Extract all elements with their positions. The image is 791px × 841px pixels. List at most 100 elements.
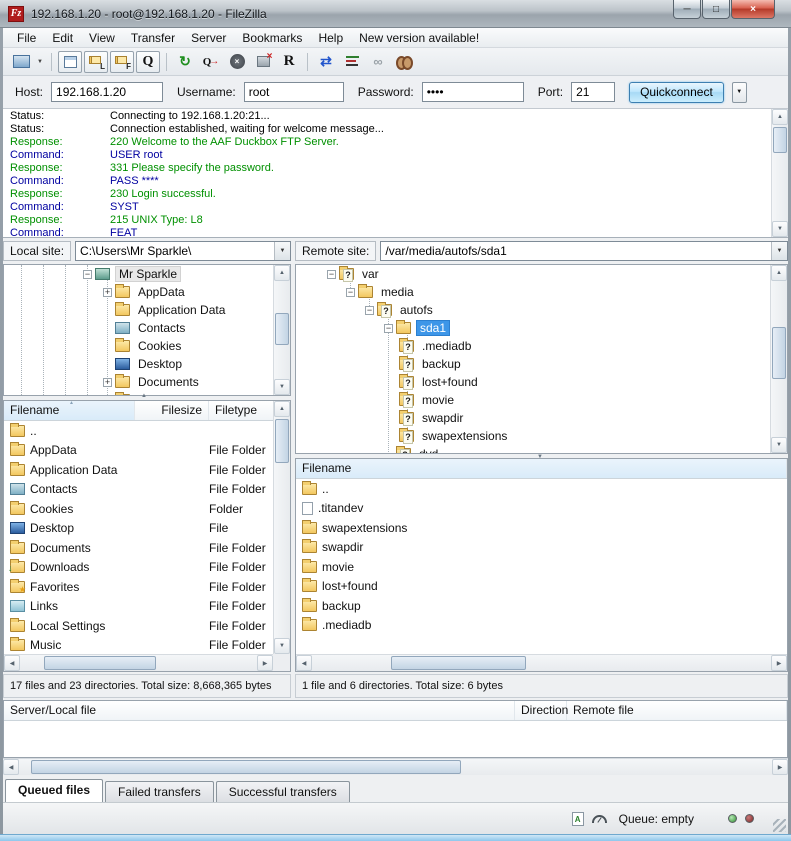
tree-item-backup[interactable]: backup [296, 355, 787, 373]
file-row-links[interactable]: LinksFile Folder [4, 597, 275, 617]
scroll-left-button[interactable]: ◀ [296, 655, 312, 671]
remote-site-input[interactable] [381, 242, 771, 260]
scroll-down-button[interactable]: ▼ [274, 638, 290, 654]
speed-limits-icon[interactable] [592, 815, 607, 823]
host-input[interactable] [51, 82, 163, 102]
local-splitter-collapse[interactable]: ▲ [141, 393, 147, 399]
column-header-filename[interactable]: Filename▲ [4, 401, 135, 420]
file-row-backup[interactable]: backup [296, 596, 787, 616]
scrollbar-thumb[interactable] [275, 313, 289, 345]
file-row-mediadb[interactable]: .mediadb [296, 616, 787, 636]
scroll-up-button[interactable]: ▲ [772, 109, 788, 125]
tree-item-application-data[interactable]: Application Data [4, 301, 290, 319]
file-row-appdata[interactable]: AppDataFile Folder [4, 441, 275, 461]
file-row-desktop[interactable]: DesktopFile [4, 519, 275, 539]
tree-item-var[interactable]: −var [296, 265, 787, 283]
file-row-favorites[interactable]: FavoritesFile Folder [4, 577, 275, 597]
file-row-local-settings[interactable]: Local SettingsFile Folder [4, 616, 275, 636]
tree-item-mediadb[interactable]: .mediadb [296, 337, 787, 355]
toggle-queue-button[interactable]: Q [136, 51, 160, 73]
file-row-swapdir[interactable]: swapdir [296, 538, 787, 558]
scrollbar-thumb[interactable] [773, 127, 787, 153]
column-header-filename[interactable]: Filename [296, 459, 787, 478]
file-row-lost-found[interactable]: lost+found [296, 577, 787, 597]
password-input[interactable] [422, 82, 524, 102]
combo-dropdown[interactable]: ▼ [771, 242, 787, 260]
tree-item-swapdir[interactable]: swapdir [296, 409, 787, 427]
scroll-right-button[interactable]: ▶ [771, 655, 787, 671]
menu-new-version[interactable]: New version available! [351, 29, 487, 47]
toggle-remote-tree-button[interactable]: F [110, 51, 134, 73]
scrollbar-thumb[interactable] [275, 419, 289, 463]
resize-grip[interactable] [773, 819, 786, 832]
tree-item-autofs[interactable]: −autofs [296, 301, 787, 319]
scroll-up-button[interactable]: ▲ [274, 265, 290, 281]
tree-item-sda1[interactable]: −sda1 [296, 319, 787, 337]
local-site-input[interactable] [76, 242, 274, 260]
remote-site-combo[interactable]: ▼ [380, 241, 788, 261]
scroll-down-button[interactable]: ▼ [772, 221, 788, 237]
directory-filter-button[interactable] [340, 51, 364, 73]
port-input[interactable] [571, 82, 615, 102]
tree-item-contacts[interactable]: Contacts [4, 319, 290, 337]
compare-directories-button[interactable]: ⇄ [314, 51, 338, 73]
scroll-left-button[interactable]: ◀ [3, 759, 19, 775]
username-input[interactable] [244, 82, 344, 102]
tree-item-cookies[interactable]: Cookies [4, 337, 290, 355]
scroll-left-button[interactable]: ◀ [4, 655, 20, 671]
expander-plus[interactable]: + [103, 288, 112, 297]
find-files-button[interactable] [392, 51, 416, 73]
menu-view[interactable]: View [81, 29, 123, 47]
file-row-downloads[interactable]: DownloadsFile Folder [4, 558, 275, 578]
tree-item-dvd[interactable]: dvd [296, 445, 787, 454]
synchronized-browsing-button[interactable]: ∞ [366, 51, 390, 73]
message-log[interactable]: Status:Connecting to 192.168.1.20:21... … [3, 109, 788, 238]
scroll-right-button[interactable]: ▶ [257, 655, 273, 671]
local-list-hscrollbar[interactable]: ◀ ▶ [4, 654, 273, 671]
toggle-message-log-button[interactable] [58, 51, 82, 73]
scrollbar-thumb[interactable] [44, 656, 156, 670]
menu-transfer[interactable]: Transfer [123, 29, 183, 47]
scrollbar-thumb[interactable] [31, 760, 461, 774]
queue-hscrollbar[interactable]: ◀ ▶ [3, 758, 788, 775]
file-row-application-data[interactable]: Application DataFile Folder [4, 460, 275, 480]
file-row-movie[interactable]: movie [296, 557, 787, 577]
remote-list-hscrollbar[interactable]: ◀ ▶ [296, 654, 787, 671]
local-tree-scrollbar[interactable]: ▲ ▼ [273, 265, 290, 395]
close-button[interactable]: × [731, 0, 775, 19]
file-row-documents[interactable]: DocumentsFile Folder [4, 538, 275, 558]
file-row-contacts[interactable]: ContactsFile Folder [4, 480, 275, 500]
tree-item-mr-sparkle[interactable]: −Mr Sparkle [4, 265, 290, 283]
combo-dropdown[interactable]: ▼ [274, 242, 290, 260]
local-list-scrollbar[interactable]: ▲ ▼ [273, 401, 290, 654]
expander-minus[interactable]: − [365, 306, 374, 315]
toggle-local-tree-button[interactable]: L [84, 51, 108, 73]
scroll-right-button[interactable]: ▶ [772, 759, 788, 775]
tree-item-movie[interactable]: movie [296, 391, 787, 409]
tab-queued-files[interactable]: Queued files [5, 779, 103, 802]
process-queue-button[interactable]: Q→ [199, 51, 223, 73]
file-row-swapextensions[interactable]: swapextensions [296, 518, 787, 538]
disconnect-button[interactable]: × [251, 51, 275, 73]
column-header-direction[interactable]: Direction [515, 701, 567, 720]
expander-minus[interactable]: − [346, 288, 355, 297]
remote-tree-scrollbar[interactable]: ▲ ▼ [770, 265, 787, 453]
column-header-server-local-file[interactable]: Server/Local file [4, 701, 515, 720]
quickconnect-button[interactable]: Quickconnect [629, 82, 724, 103]
file-row-cookies[interactable]: CookiesFolder [4, 499, 275, 519]
reconnect-button[interactable]: R [277, 51, 301, 73]
tab-failed-transfers[interactable]: Failed transfers [105, 781, 214, 802]
local-site-combo[interactable]: ▼ [75, 241, 291, 261]
file-row-updir[interactable]: .. [4, 421, 275, 441]
expander-plus[interactable]: + [103, 378, 112, 387]
tree-item-desktop[interactable]: Desktop [4, 355, 290, 373]
site-manager-dropdown[interactable]: ▼ [34, 51, 46, 73]
expander-plus[interactable]: + [103, 396, 112, 397]
scrollbar-thumb[interactable] [391, 656, 526, 670]
menu-server[interactable]: Server [183, 29, 234, 47]
minimize-button[interactable]: ─ [673, 0, 701, 19]
expander-minus[interactable]: − [327, 270, 336, 279]
cancel-operation-button[interactable]: × [225, 51, 249, 73]
quickconnect-dropdown[interactable]: ▼ [732, 82, 747, 103]
scroll-up-button[interactable]: ▲ [771, 265, 787, 281]
